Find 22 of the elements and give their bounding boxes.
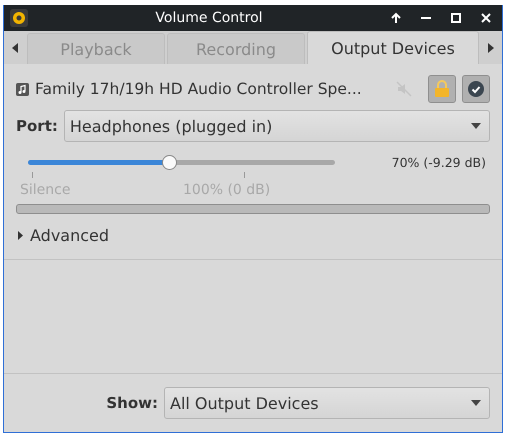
port-label: Port: [16, 117, 58, 135]
dropdown-arrow-icon [471, 123, 481, 129]
speaker-icon [10, 9, 28, 27]
caret-left-icon [12, 43, 18, 53]
lock-icon [434, 80, 450, 98]
checkmark-icon [468, 81, 484, 97]
music-note-icon [16, 82, 29, 96]
volume-reading: 70% (-9.29 dB) [392, 154, 486, 170]
advanced-expander[interactable]: Advanced [18, 226, 490, 245]
show-label: Show: [106, 394, 158, 412]
slider-thumb[interactable] [162, 154, 178, 170]
caret-right-icon [488, 43, 494, 53]
maximize-icon[interactable] [450, 12, 462, 24]
set-default-button[interactable] [462, 75, 490, 103]
tab[interactable]: Output Devices [307, 31, 479, 64]
close-icon[interactable] [480, 12, 492, 24]
dropdown-arrow-icon [471, 400, 481, 406]
show-dropdown[interactable]: All Output Devices [164, 387, 490, 419]
port-dropdown[interactable]: Headphones (plugged in) [64, 110, 490, 142]
window-title: Volume Control [154, 10, 264, 26]
device-name: Family 17h/19h HD Audio Controller Spe... [35, 80, 363, 98]
keep-above-icon[interactable] [390, 12, 402, 24]
